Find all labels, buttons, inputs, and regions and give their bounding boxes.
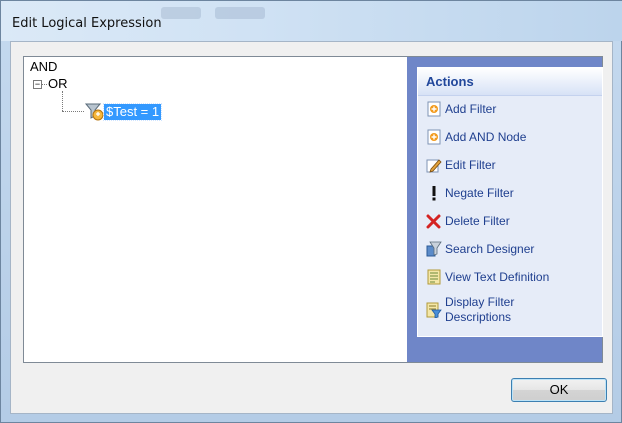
negate-filter-action[interactable]: Negate Filter: [426, 182, 598, 206]
dialog-window: Edit Logical Expression AND − OR $Test =…: [0, 0, 622, 423]
add-filter-action[interactable]: Add Filter: [426, 98, 598, 122]
view-text-definition-action[interactable]: View Text Definition: [426, 266, 598, 290]
background-ghost: [215, 7, 265, 19]
action-label: View Text Definition: [445, 270, 550, 284]
tree-connector: [42, 84, 47, 85]
search-designer-action[interactable]: Search Designer: [426, 238, 598, 262]
action-label: Negate Filter: [445, 186, 514, 200]
action-label: Search Designer: [445, 242, 535, 256]
delete-filter-icon: [426, 214, 441, 229]
view-text-definition-icon: [427, 269, 441, 285]
delete-filter-action[interactable]: Delete Filter: [426, 210, 598, 234]
title-bar[interactable]: Edit Logical Expression: [1, 1, 622, 41]
dialog-client-area: AND − OR $Test = 1 Actions Add Filter Ad…: [10, 41, 613, 414]
actions-panel: Actions Add Filter Add AND Node Edit Fil…: [417, 67, 603, 337]
tree-node-and[interactable]: AND: [30, 59, 57, 74]
action-label: Add AND Node: [445, 130, 527, 144]
action-label: Display Filter Descriptions: [445, 295, 515, 324]
action-label: Add Filter: [445, 102, 497, 116]
split-container: AND − OR $Test = 1 Actions Add Filter Ad…: [23, 56, 603, 363]
add-and-node-action[interactable]: Add AND Node: [426, 126, 598, 150]
search-designer-icon: [426, 241, 442, 257]
tree-connector: [62, 91, 63, 111]
display-filter-descriptions-action[interactable]: Display Filter Descriptions: [426, 295, 598, 327]
edit-filter-icon: [426, 159, 442, 173]
filter-funnel-icon: [84, 103, 104, 121]
expression-tree[interactable]: AND − OR $Test = 1: [24, 57, 408, 362]
action-label: Edit Filter: [445, 158, 496, 172]
background-ghost: [161, 7, 201, 19]
add-filter-icon: [427, 101, 441, 117]
tree-node-filter-selected[interactable]: $Test = 1: [102, 103, 163, 121]
actions-title: Actions: [426, 74, 474, 89]
negate-filter-icon: [432, 186, 436, 201]
collapse-icon[interactable]: −: [33, 80, 42, 89]
add-and-node-icon: [427, 129, 441, 145]
actions-pane: Actions Add Filter Add AND Node Edit Fil…: [407, 57, 603, 362]
display-filter-descriptions-icon: [426, 302, 442, 318]
tree-node-or[interactable]: OR: [48, 76, 68, 91]
window-title: Edit Logical Expression: [12, 16, 162, 31]
edit-filter-action[interactable]: Edit Filter: [426, 154, 598, 178]
ok-button[interactable]: OK: [511, 378, 607, 402]
tree-connector: [62, 111, 84, 112]
action-label: Delete Filter: [445, 214, 510, 228]
actions-header: Actions: [418, 68, 602, 96]
